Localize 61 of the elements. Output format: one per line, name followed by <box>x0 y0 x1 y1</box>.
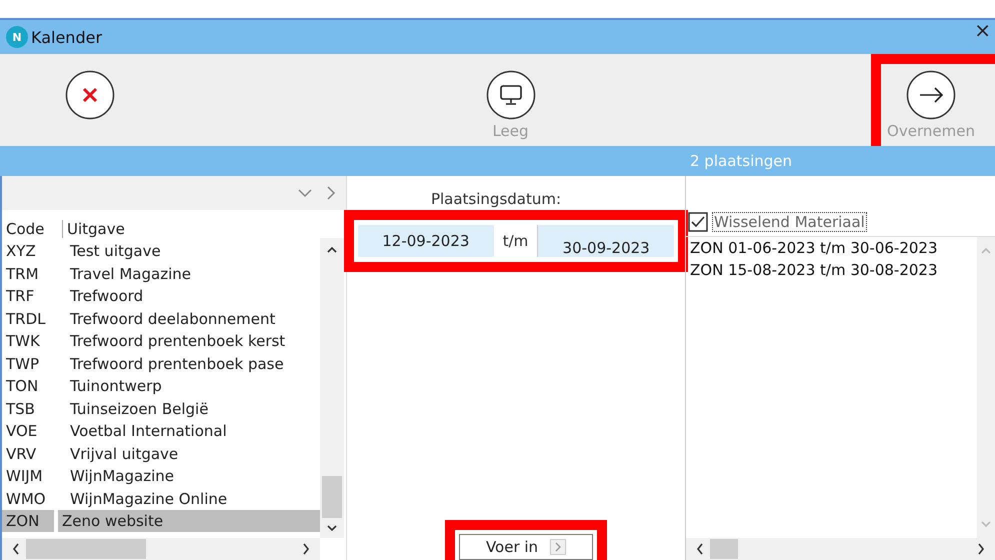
scroll-right-icon[interactable] <box>977 543 985 555</box>
scroll-left-icon[interactable] <box>696 543 704 555</box>
chevron-down-icon[interactable] <box>298 188 312 198</box>
scroll-thumb[interactable] <box>710 539 738 559</box>
code-cell[interactable]: XYZ <box>2 242 62 260</box>
code-cell[interactable]: ZON <box>2 510 54 532</box>
publication-cell[interactable]: Test uitgave <box>66 242 320 260</box>
code-cell[interactable]: TWK <box>2 332 62 350</box>
window-title: Kalender <box>31 28 104 46</box>
close-button[interactable]: × <box>974 20 995 40</box>
date-field[interactable]: 12-09-2023 <box>358 225 494 257</box>
publication-cell[interactable]: Travel Magazine <box>66 264 320 283</box>
horizontal-scrollbar[interactable] <box>2 538 320 560</box>
publication-cell[interactable]: Voetbal International <box>66 422 320 440</box>
publication-cell[interactable]: WijnMagazine <box>66 467 320 486</box>
publication-cell[interactable]: Trefwoord prentenboek pase <box>66 354 320 373</box>
status-text: 2 plaatsingen <box>690 152 792 170</box>
scroll-down-icon[interactable] <box>327 524 337 532</box>
monitor-icon[interactable] <box>486 70 536 120</box>
checkbox[interactable] <box>688 212 708 232</box>
publication-cell[interactable]: WijnMagazine Online <box>66 490 320 508</box>
code-cell[interactable]: VRV <box>2 444 62 463</box>
scroll-thumb[interactable] <box>322 476 342 518</box>
range-separator: t/m <box>502 232 530 250</box>
chevron-right-icon[interactable] <box>326 186 336 200</box>
column-header[interactable]: Code <box>2 220 63 238</box>
toolbar-label: Leeg <box>492 122 529 140</box>
code-cell[interactable]: TON <box>2 377 62 396</box>
code-cell[interactable]: TWP <box>2 354 62 373</box>
arrow-right-icon[interactable] <box>906 70 956 120</box>
publication-cell[interactable]: Zeno website <box>58 510 320 532</box>
code-cell[interactable]: TSB <box>2 400 62 418</box>
publication-cell[interactable]: Trefwoord prentenboek kerst <box>66 332 320 350</box>
scroll-left-icon[interactable] <box>12 543 20 555</box>
date-label: Plaatsingsdatum: <box>430 190 562 208</box>
checkbox-label[interactable]: Wisselend Materiaal <box>712 212 867 232</box>
publication-cell[interactable]: Tuinseizoen België <box>66 400 320 418</box>
code-cell[interactable]: TRF <box>2 287 62 306</box>
vertical-scrollbar[interactable] <box>320 238 344 538</box>
publication-cell[interactable]: Tuinontwerp <box>66 377 320 396</box>
publication-cell[interactable]: Trefwoord <box>66 287 320 306</box>
code-cell[interactable]: TRM <box>2 264 62 283</box>
submit-button[interactable]: Voer in <box>459 534 593 560</box>
app-icon: N <box>6 26 28 48</box>
code-cell[interactable]: WMO <box>2 490 62 508</box>
date-field[interactable]: 30-09-2023 <box>537 225 674 257</box>
publication-cell[interactable]: Vrijval uitgave <box>66 444 320 463</box>
code-cell[interactable]: WIJM <box>2 467 62 486</box>
column-header[interactable]: Uitgave <box>63 220 125 238</box>
scroll-thumb[interactable] <box>26 539 146 559</box>
list-item[interactable]: ZON 15-08-2023 t/m 30-08-2023 <box>690 261 973 283</box>
close-icon[interactable] <box>65 70 115 120</box>
chevron-right-icon <box>550 539 566 555</box>
horizontal-scrollbar[interactable] <box>686 538 995 560</box>
toolbar-label: Overnemen <box>887 122 975 140</box>
code-cell[interactable]: VOE <box>2 422 62 440</box>
publication-cell[interactable]: Trefwoord deelabonnement <box>66 310 320 328</box>
code-cell[interactable]: TRDL <box>2 310 62 328</box>
list-item[interactable]: ZON 01-06-2023 t/m 30-06-2023 <box>690 239 973 261</box>
scroll-up-icon[interactable] <box>327 246 337 254</box>
scroll-right-icon[interactable] <box>302 543 310 555</box>
